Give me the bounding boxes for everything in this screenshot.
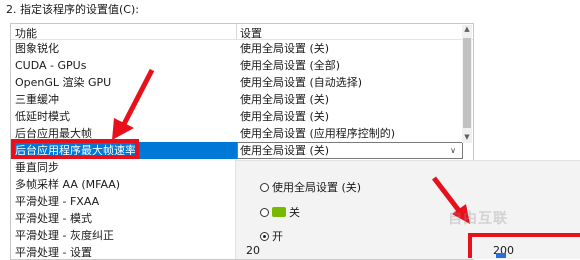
nvidia-icon [272,207,286,217]
annotation-highlight-box-2 [468,233,580,258]
dropdown-value: 使用全局设置 (关) [240,144,330,157]
option-on-label: 开 [272,230,283,243]
scroll-up-icon[interactable]: ▲ [462,25,472,35]
setting-value: 使用全局设置 (关) [240,42,330,55]
feature-label: CUDA - GPUs [15,59,87,72]
feature-label: OpenGL 渲染 GPU [15,76,112,89]
setting-value: 使用全局设置 (关) [240,93,330,106]
feature-label: 低延时模式 [15,110,70,123]
feature-label: 平滑处理 - FXAA [15,195,100,208]
option-global-label: 使用全局设置 (关) [272,181,362,194]
feature-label: 平滑处理 - 灰度纠正 [15,229,114,242]
slider-thumb[interactable] [496,253,506,258]
setting-value: 使用全局设置 (应用程序控制的) [240,127,396,140]
table-row[interactable]: 三重缓冲 使用全局设置 (关) [11,91,461,108]
table-row[interactable]: 图象锐化 使用全局设置 (关) [11,40,461,57]
column-divider[interactable] [236,24,237,39]
option-off-label: 关 [289,206,300,219]
section-title: 2. 指定该程序的设置值(C): [6,3,139,16]
setting-value: 使用全局设置 (关) [240,110,330,123]
scroll-thumb[interactable] [463,38,471,128]
option-off[interactable]: 关 [260,204,300,220]
annotation-highlight-box [11,139,139,159]
slider-min-label: 20 [246,244,260,257]
annotation-arrow-icon [112,68,155,140]
radio-global[interactable] [260,182,269,192]
vertical-scrollbar[interactable]: ▲ ▼ [462,25,472,143]
table-row[interactable]: OpenGL 渲染 GPU 使用全局设置 (自动选择) [11,74,461,91]
table-header: 功能 设置 [11,24,473,40]
watermark: 自由互联 [448,211,508,227]
feature-label: 图象锐化 [15,42,59,55]
setting-value: 使用全局设置 (全部) [240,59,341,72]
radio-off[interactable] [260,207,269,217]
setting-value: 使用全局设置 (自动选择) [240,76,363,89]
feature-label: 多帧采样 AA (MFAA) [15,178,121,191]
option-global[interactable]: 使用全局设置 (关) [260,179,361,195]
table-row[interactable]: 低延时模式 使用全局设置 (关) [11,108,461,125]
feature-label: 三重缓冲 [15,93,59,106]
scroll-down-icon[interactable]: ▼ [462,133,472,143]
feature-label: 平滑处理 - 模式 [15,212,92,225]
setting-dropdown[interactable]: 使用全局设置 (关) ∨ [237,142,463,159]
table-row[interactable]: CUDA - GPUs 使用全局设置 (全部) [11,57,461,74]
header-feature[interactable]: 功能 [15,25,37,41]
header-setting[interactable]: 设置 [240,25,262,41]
chevron-down-icon[interactable]: ∨ [450,143,456,158]
option-on[interactable]: 开 [260,228,283,244]
feature-label: 垂直同步 [15,161,59,174]
radio-on[interactable] [260,231,269,241]
